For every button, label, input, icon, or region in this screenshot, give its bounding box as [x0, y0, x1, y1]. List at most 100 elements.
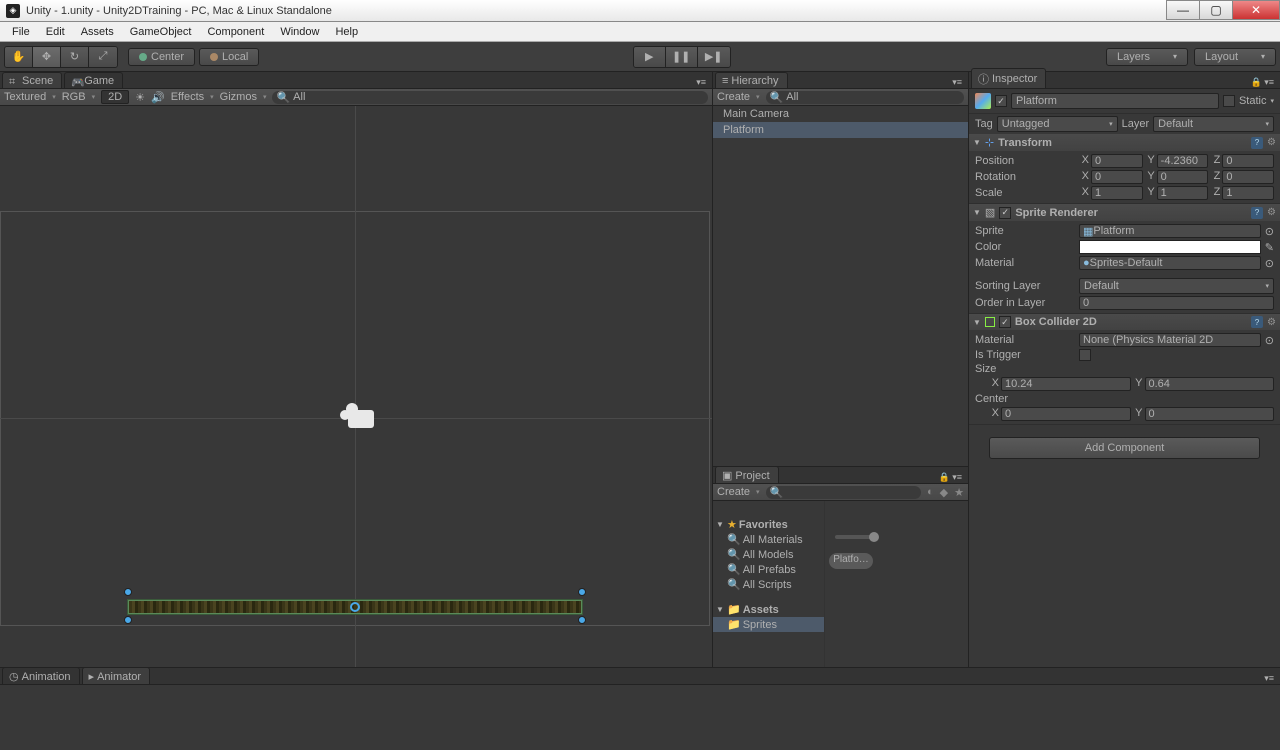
gameobject-icon[interactable]	[975, 93, 991, 109]
maximize-button[interactable]: ▢	[1199, 0, 1233, 20]
effects-dropdown[interactable]: Effects	[171, 91, 214, 103]
menu-assets[interactable]: Assets	[73, 24, 122, 40]
center-y[interactable]: 0	[1145, 407, 1275, 421]
center-x[interactable]: 0	[1001, 407, 1131, 421]
object-picker-icon[interactable]: ⊙	[1265, 334, 1274, 347]
shading-mode-dropdown[interactable]: Textured	[4, 91, 56, 103]
favorites-header[interactable]: ▼★Favorites	[713, 517, 824, 532]
menu-help[interactable]: Help	[327, 24, 366, 40]
game-tab[interactable]: 🎮Game	[64, 72, 123, 88]
scale-x[interactable]: 1	[1091, 186, 1143, 200]
camera-gizmo-icon[interactable]	[338, 406, 374, 432]
layer-dropdown[interactable]: Default	[1153, 116, 1274, 132]
scene-search[interactable]: 🔍All	[272, 91, 708, 104]
panel-menu-icon[interactable]: ▾≡	[690, 77, 712, 88]
move-tool[interactable]: ✥	[33, 47, 61, 67]
hierarchy-create-dropdown[interactable]: Create	[717, 91, 760, 103]
hierarchy-item-camera[interactable]: Main Camera	[713, 106, 968, 122]
handle-top-right[interactable]	[578, 588, 586, 596]
material-field[interactable]: ●Sprites-Default	[1079, 256, 1261, 270]
menu-gameobject[interactable]: GameObject	[122, 24, 200, 40]
sprite-renderer-header[interactable]: ▼ ▧ Sprite Renderer ? ⚙	[969, 204, 1280, 221]
menu-window[interactable]: Window	[272, 24, 327, 40]
handle-bottom-right[interactable]	[578, 616, 586, 624]
order-field[interactable]: 0	[1079, 296, 1274, 310]
eyedropper-icon[interactable]: ✎	[1265, 241, 1274, 254]
pos-x[interactable]: 0	[1091, 154, 1143, 168]
tag-dropdown[interactable]: Untagged	[997, 116, 1118, 132]
help-icon[interactable]: ?	[1251, 207, 1263, 219]
handle-bottom-left[interactable]	[124, 616, 132, 624]
close-button[interactable]: ✕	[1232, 0, 1280, 20]
audio-icon[interactable]: 🔊	[151, 91, 165, 104]
pivot-center-toggle[interactable]: Center	[128, 48, 195, 66]
panel-menu-icon[interactable]: ▾≡	[946, 77, 968, 88]
gear-icon[interactable]: ⚙	[1267, 317, 1276, 328]
help-icon[interactable]: ?	[1251, 316, 1263, 328]
assets-header[interactable]: ▼📁Assets	[713, 602, 824, 617]
fav-scripts[interactable]: 🔍All Scripts	[713, 577, 824, 592]
static-dropdown-icon[interactable]: ▾	[1270, 97, 1274, 105]
rot-z[interactable]: 0	[1222, 170, 1274, 184]
sorting-dropdown[interactable]: Default	[1079, 278, 1274, 294]
scene-tab[interactable]: ⌗Scene	[2, 72, 62, 88]
box-collider-header[interactable]: ▼ Box Collider 2D ? ⚙	[969, 314, 1280, 330]
light-icon[interactable]: ☀	[135, 91, 145, 104]
panel-menu-icon[interactable]: ▾≡	[1258, 673, 1280, 684]
platform-object[interactable]	[128, 597, 582, 617]
2d-toggle[interactable]: 2D	[101, 90, 129, 104]
sprite-field[interactable]: ▦Platform	[1079, 224, 1261, 238]
scale-tool[interactable]: ⤢	[89, 47, 117, 67]
sprite-enabled-checkbox[interactable]	[999, 207, 1011, 219]
object-picker-icon[interactable]: ⊙	[1265, 257, 1274, 270]
filter-icon[interactable]: ◆	[940, 486, 948, 499]
step-button[interactable]: ▶❚	[698, 47, 730, 67]
handle-center[interactable]	[350, 602, 360, 612]
transform-header[interactable]: ▼ ⊹ Transform ? ⚙	[969, 134, 1280, 151]
panel-menu-icon[interactable]: 🔒 ▾≡	[933, 472, 968, 483]
fav-materials[interactable]: 🔍All Materials	[713, 532, 824, 547]
filter-icon[interactable]: ◐	[927, 486, 934, 498]
help-icon[interactable]: ?	[1251, 137, 1263, 149]
gizmos-dropdown[interactable]: Gizmos	[220, 91, 267, 103]
project-search[interactable]: 🔍	[766, 486, 921, 499]
size-y[interactable]: 0.64	[1145, 377, 1275, 391]
asset-platform-thumb[interactable]: Platfo…	[829, 553, 873, 569]
menu-file[interactable]: File	[4, 24, 38, 40]
minimize-button[interactable]: —	[1166, 0, 1200, 20]
hand-tool[interactable]: ✋	[5, 47, 33, 67]
size-x[interactable]: 10.24	[1001, 377, 1131, 391]
project-create-dropdown[interactable]: Create	[717, 486, 760, 498]
scale-z[interactable]: 1	[1222, 186, 1274, 200]
menu-edit[interactable]: Edit	[38, 24, 73, 40]
scene-view[interactable]	[0, 106, 712, 667]
local-global-toggle[interactable]: Local	[199, 48, 259, 66]
animator-content[interactable]	[0, 685, 1280, 730]
thumbnail-zoom-slider[interactable]	[835, 535, 875, 539]
active-checkbox[interactable]	[995, 95, 1007, 107]
animator-tab[interactable]: ▸Animator	[82, 667, 151, 684]
add-component-button[interactable]: Add Component	[989, 437, 1260, 459]
collider-enabled-checkbox[interactable]	[999, 316, 1011, 328]
menu-component[interactable]: Component	[199, 24, 272, 40]
scale-y[interactable]: 1	[1157, 186, 1209, 200]
layout-dropdown[interactable]: Layout	[1194, 48, 1276, 66]
rotate-tool[interactable]: ↻	[61, 47, 89, 67]
render-mode-dropdown[interactable]: RGB	[62, 91, 95, 103]
project-tab[interactable]: ▣Project	[715, 466, 779, 483]
rot-x[interactable]: 0	[1091, 170, 1143, 184]
gear-icon[interactable]: ⚙	[1267, 137, 1276, 148]
hierarchy-item-platform[interactable]: Platform	[713, 122, 968, 138]
static-checkbox[interactable]	[1223, 95, 1235, 107]
panel-menu-icon[interactable]: 🔒 ▾≡	[1245, 77, 1280, 88]
gear-icon[interactable]: ⚙	[1267, 207, 1276, 218]
play-button[interactable]: ▶	[634, 47, 666, 67]
trigger-checkbox[interactable]	[1079, 349, 1091, 361]
pause-button[interactable]: ❚❚	[666, 47, 698, 67]
layers-dropdown[interactable]: Layers	[1106, 48, 1188, 66]
inspector-tab[interactable]: ⓘInspector	[971, 68, 1046, 88]
pos-z[interactable]: 0	[1222, 154, 1274, 168]
project-content[interactable]: Platfo…	[825, 501, 968, 667]
pos-y[interactable]: -4.2360	[1157, 154, 1209, 168]
hierarchy-tab[interactable]: ≡Hierarchy	[715, 72, 788, 88]
